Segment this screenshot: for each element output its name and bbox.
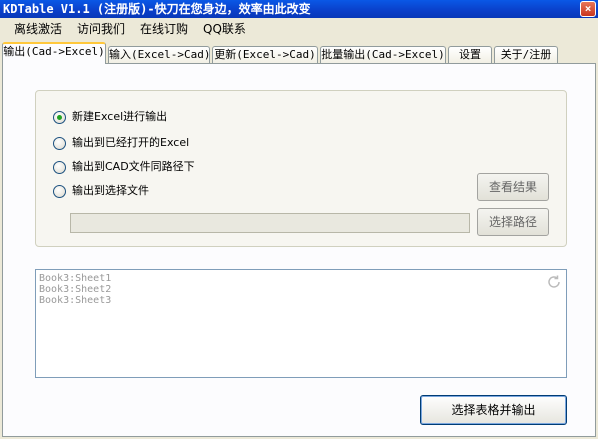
menu-bar: 离线激活 访问我们 在线订购 QQ联系 (0, 18, 598, 40)
radio-open-excel[interactable] (53, 136, 66, 150)
tab-settings[interactable]: 设置 (448, 46, 492, 64)
tab-input-excel-cad[interactable]: 输入(Excel->Cad) (108, 46, 210, 64)
option-label: 输出到已经打开的Excel (72, 136, 190, 149)
menu-visit-us[interactable]: 访问我们 (77, 21, 125, 37)
choose-path-button[interactable]: 选择路径 (477, 208, 549, 236)
window-title: KDTable V1.1 (注册版)-快刀在您身边，效率由此改变 (3, 2, 311, 16)
option-label: 输出到CAD文件同路径下 (72, 160, 195, 173)
title-bar[interactable]: KDTable V1.1 (注册版)-快刀在您身边，效率由此改变 × (0, 0, 598, 18)
menu-offline-activate[interactable]: 离线激活 (14, 21, 62, 37)
tab-batch-output[interactable]: 批量输出(Cad->Excel) (320, 46, 446, 64)
option-new-excel[interactable]: 新建Excel进行输出 (53, 109, 167, 125)
view-result-button[interactable]: 查看结果 (477, 173, 549, 201)
option-label: 输出到选择文件 (72, 184, 149, 197)
list-item[interactable]: Book3:Sheet3 (39, 295, 111, 306)
refresh-icon[interactable] (546, 274, 562, 290)
tab-output-cad-excel[interactable]: 输出(Cad->Excel) (2, 42, 106, 64)
radio-new-excel[interactable] (53, 110, 66, 124)
radio-cad-path[interactable] (53, 160, 66, 174)
list-item[interactable]: Book3:Sheet1 (39, 273, 111, 284)
menu-online-order[interactable]: 在线订购 (140, 21, 188, 37)
app-window: KDTable V1.1 (注册版)-快刀在您身边，效率由此改变 × 离线激活 … (0, 0, 598, 439)
output-tab-page: 新建Excel进行输出 输出到已经打开的Excel 输出到CAD文件同路径下 输… (2, 63, 596, 437)
option-label: 新建Excel进行输出 (72, 110, 168, 123)
tab-update-excel-cad[interactable]: 更新(Excel->Cad) (212, 46, 318, 64)
list-item[interactable]: Book3:Sheet2 (39, 284, 111, 295)
output-options-group: 新建Excel进行输出 输出到已经打开的Excel 输出到CAD文件同路径下 输… (35, 90, 567, 247)
sheet-list[interactable]: Book3:Sheet1 Book3:Sheet2 Book3:Sheet3 (35, 269, 567, 378)
tab-about-register[interactable]: 关于/注册 (494, 46, 558, 64)
path-input[interactable] (70, 213, 470, 233)
menu-qq-contact[interactable]: QQ联系 (203, 21, 246, 37)
option-cad-path[interactable]: 输出到CAD文件同路径下 (53, 159, 195, 175)
option-open-excel[interactable]: 输出到已经打开的Excel (53, 135, 189, 151)
close-button[interactable]: × (580, 1, 596, 17)
option-choose-file[interactable]: 输出到选择文件 (53, 183, 149, 199)
tab-strip: 输出(Cad->Excel) 输入(Excel->Cad) 更新(Excel->… (0, 40, 598, 64)
radio-choose-file[interactable] (53, 184, 66, 198)
select-and-export-button[interactable]: 选择表格并输出 (420, 395, 567, 425)
